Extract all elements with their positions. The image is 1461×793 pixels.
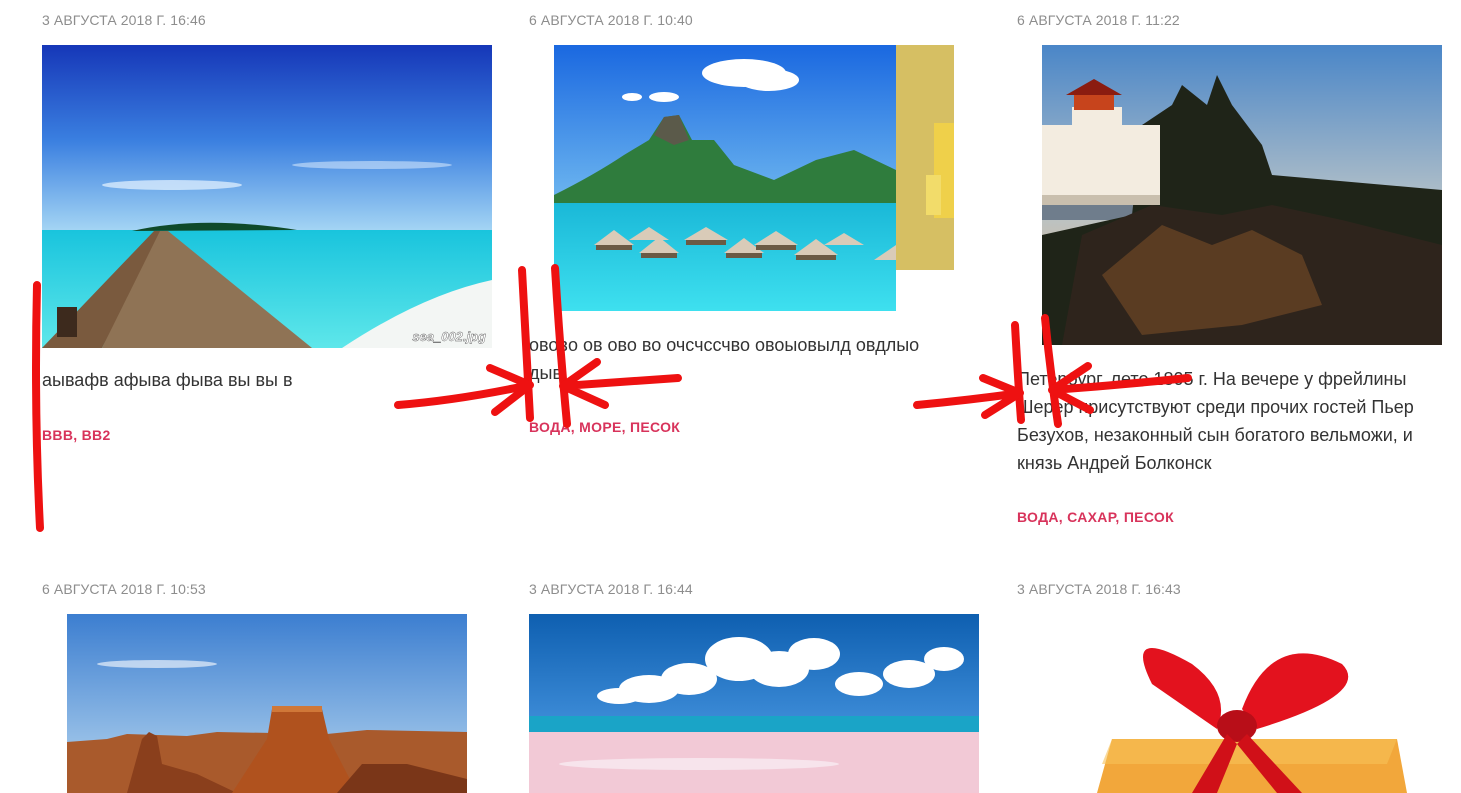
post-excerpt: аывафв афыва фыва вы вы в: [42, 370, 293, 390]
post-image-gift[interactable]: [1042, 614, 1442, 793]
post-date: 6 АВГУСТА 2018 Г. 11:22: [1017, 12, 1180, 28]
post-image-sea-pier[interactable]: sea_002.jpg: [42, 45, 492, 348]
post-tags: ВОДА, САХАР, ПЕСОК: [1017, 509, 1174, 525]
tag-link[interactable]: BBB: [42, 427, 73, 443]
post-image-bora-bora[interactable]: [554, 45, 896, 311]
tag-link[interactable]: МОРЕ: [579, 419, 621, 435]
post-tags: ВОДА, МОРЕ, ПЕСОК: [529, 419, 681, 435]
post-excerpt: ововo ов ово во очсчссчво овоыовылд овдл…: [529, 335, 920, 383]
post-image-pink-beach[interactable]: [529, 614, 979, 793]
tag-link[interactable]: ВОДА: [529, 419, 571, 435]
post-tags: BBB, BB2: [42, 427, 111, 443]
tag-link[interactable]: ВОДА: [1017, 509, 1059, 525]
post-date: 3 АВГУСТА 2018 Г. 16:44: [529, 581, 693, 597]
tag-link[interactable]: ПЕСОК: [1124, 509, 1174, 525]
tag-link[interactable]: ПЕСОК: [630, 419, 680, 435]
post-image-lighthouse[interactable]: [1042, 45, 1442, 345]
tag-link[interactable]: BB2: [82, 427, 111, 443]
annotation-vertical-line: [32, 281, 44, 532]
post-date: 3 АВГУСТА 2018 Г. 16:46: [42, 12, 206, 28]
image-watermark: sea_002.jpg: [412, 329, 486, 344]
post-excerpt: Петербург, лето 1805 г. На вечере у фрей…: [1017, 369, 1414, 473]
post-image-behind: [896, 45, 954, 270]
post-date: 6 АВГУСТА 2018 Г. 10:53: [42, 581, 206, 597]
post-date: 3 АВГУСТА 2018 Г. 16:43: [1017, 581, 1181, 597]
post-date: 6 АВГУСТА 2018 Г. 10:40: [529, 12, 693, 28]
tag-link[interactable]: САХАР: [1067, 509, 1115, 525]
post-image-desert[interactable]: [67, 614, 467, 793]
